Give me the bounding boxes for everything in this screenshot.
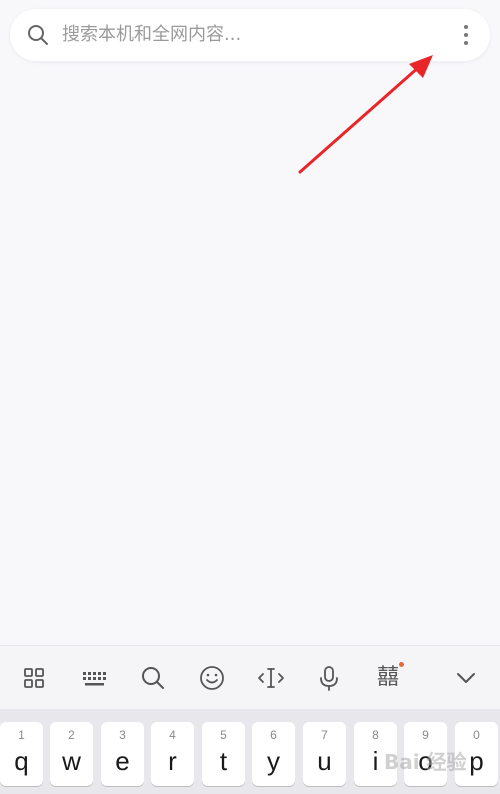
notification-badge xyxy=(399,662,404,667)
more-vertical-dot xyxy=(464,41,468,45)
keyboard-letter-row: 1 q 2 w 3 e 4 r 5 t 6 y 7 u 8 i 9 o 0 p xyxy=(0,709,500,794)
microphone-icon xyxy=(320,666,338,691)
key-letter: i xyxy=(372,746,379,776)
voice-input-button[interactable] xyxy=(311,660,347,696)
key-t[interactable]: 5 t xyxy=(202,722,245,786)
key-letter: y xyxy=(267,746,280,776)
key-number: 9 xyxy=(422,728,429,742)
key-letter: q xyxy=(14,746,29,776)
key-y[interactable]: 6 y xyxy=(252,722,295,786)
key-w[interactable]: 2 w xyxy=(50,722,93,786)
key-letter: u xyxy=(317,746,332,776)
emoji-icon xyxy=(200,666,224,690)
chevron-down-icon xyxy=(457,673,475,683)
collapse-keyboard-button[interactable] xyxy=(448,660,484,696)
keyboard-layout-button[interactable] xyxy=(76,660,112,696)
key-number: 1 xyxy=(18,728,25,742)
search-icon xyxy=(26,23,50,47)
key-u[interactable]: 7 u xyxy=(303,722,346,786)
keyboard-toolbar: 囍 xyxy=(0,645,500,709)
key-number: 8 xyxy=(372,728,379,742)
key-r[interactable]: 4 r xyxy=(151,722,194,786)
key-letter: r xyxy=(168,746,177,776)
search-icon xyxy=(142,667,164,689)
key-letter: t xyxy=(219,746,228,776)
skin-logo-button[interactable]: 囍 xyxy=(370,660,406,696)
key-number: 0 xyxy=(473,728,480,742)
key-number: 6 xyxy=(270,728,277,742)
key-letter: o xyxy=(418,746,433,776)
grid-button[interactable] xyxy=(16,660,52,696)
key-letter: e xyxy=(115,746,130,776)
cursor-button[interactable] xyxy=(253,660,289,696)
more-vertical-icon xyxy=(464,25,468,29)
more-options-button[interactable] xyxy=(444,19,488,51)
skin-logo-icon: 囍 xyxy=(376,665,399,690)
key-letter: p xyxy=(469,746,484,776)
toolbar-search-button[interactable] xyxy=(135,660,171,696)
key-number: 7 xyxy=(321,728,328,742)
emoji-button[interactable] xyxy=(194,660,230,696)
key-number: 2 xyxy=(68,728,75,742)
keyboard-icon xyxy=(83,672,106,686)
more-vertical-dot xyxy=(464,33,468,37)
key-o[interactable]: 9 o xyxy=(404,722,447,786)
key-letter: w xyxy=(62,746,81,776)
key-number: 5 xyxy=(220,728,227,742)
search-input[interactable]: 搜索本机和全网内容... xyxy=(62,23,241,47)
key-p[interactable]: 0 p xyxy=(455,722,498,786)
key-i[interactable]: 8 i xyxy=(354,722,397,786)
cursor-icon xyxy=(258,668,284,688)
search-bar[interactable]: 搜索本机和全网内容... xyxy=(10,9,490,61)
grid-icon xyxy=(24,668,44,688)
key-number: 4 xyxy=(169,728,176,742)
key-e[interactable]: 3 e xyxy=(101,722,144,786)
key-number: 3 xyxy=(119,728,126,742)
key-q[interactable]: 1 q xyxy=(0,722,43,786)
